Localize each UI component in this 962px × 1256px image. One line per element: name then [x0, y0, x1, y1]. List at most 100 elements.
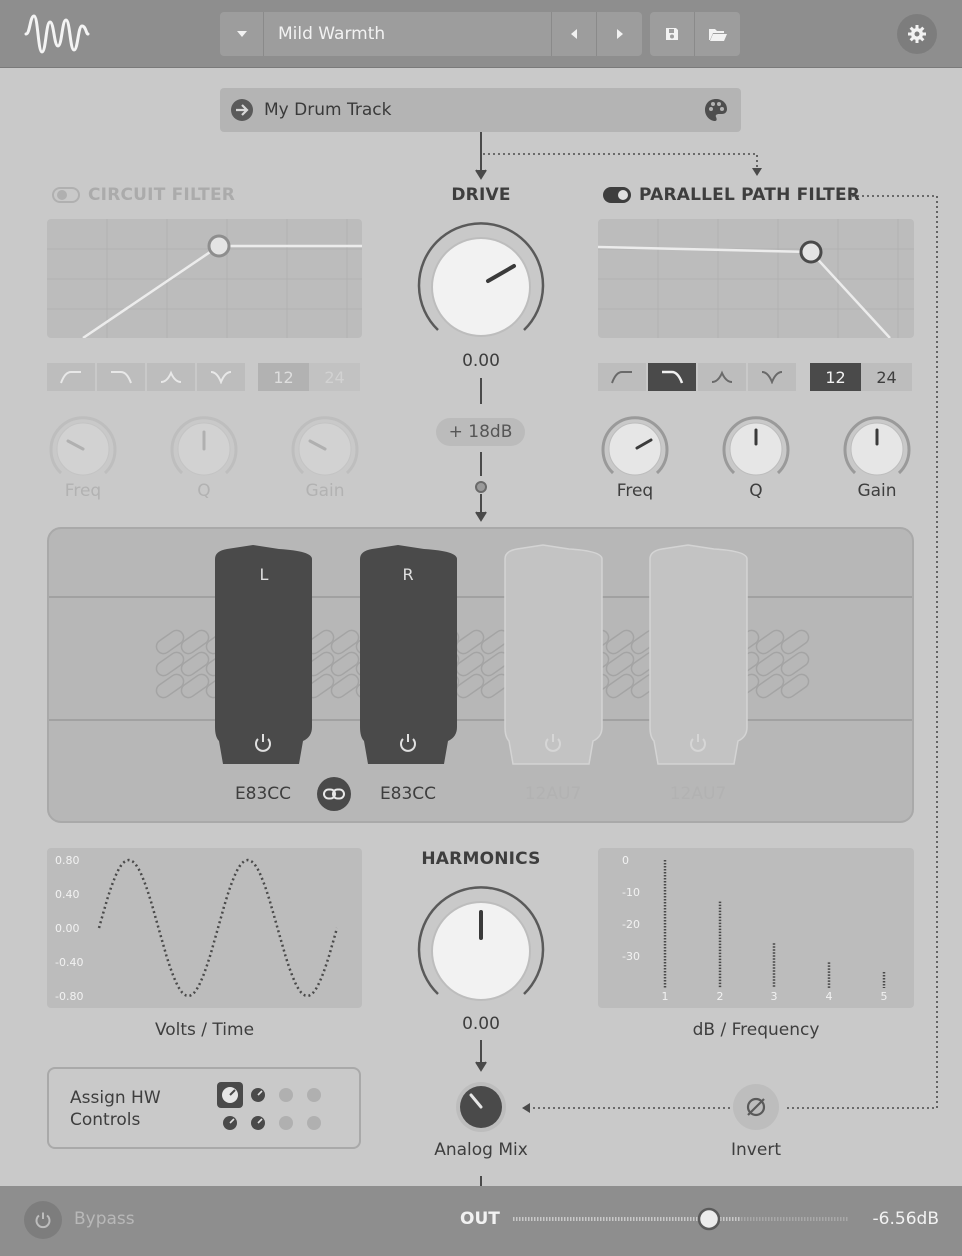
parallel-freq-label: Freq — [616, 481, 654, 501]
open-preset-button[interactable] — [695, 12, 740, 56]
circuit-lowpass-button[interactable] — [97, 363, 147, 391]
volts-waveform — [97, 858, 339, 998]
settings-button[interactable] — [897, 14, 937, 54]
preset-selector: Mild Warmth — [220, 12, 642, 56]
gear-icon — [908, 25, 926, 43]
harmonics-value: 0.00 — [462, 1014, 500, 1034]
track-selector[interactable]: My Drum Track — [220, 88, 741, 132]
save-icon — [666, 28, 678, 40]
drive-title: DRIVE — [451, 185, 511, 205]
volts-y-tick: 0.00 — [55, 922, 80, 935]
db-y-tick: -20 — [622, 918, 640, 931]
next-preset-button[interactable] — [597, 12, 642, 56]
invert-label: Invert — [731, 1140, 781, 1160]
bell-icon — [160, 370, 182, 383]
parallel-slope-24[interactable]: 24 — [861, 363, 912, 391]
db-x-tick: 4 — [826, 990, 833, 1003]
tube-slot-3[interactable] — [504, 544, 603, 765]
circuit-slope-24[interactable]: 24 — [309, 363, 360, 391]
assign-hw-label: Assign HW Controls — [70, 1087, 161, 1131]
prev-preset-button[interactable] — [552, 12, 597, 56]
track-name: My Drum Track — [264, 100, 392, 120]
out-label: OUT — [460, 1209, 500, 1229]
db-x-tick: 1 — [662, 990, 669, 1003]
analog-mix-label: Analog Mix — [434, 1140, 528, 1160]
parallel-filter-title: PARALLEL PATH FILTER — [639, 185, 861, 205]
parallel-filter-toggle[interactable] — [603, 187, 631, 203]
circuit-gain-label: Gain — [305, 481, 345, 501]
db-y-tick: 0 — [622, 854, 629, 867]
preset-name[interactable]: Mild Warmth — [264, 12, 552, 56]
drive-knob[interactable] — [416, 222, 546, 342]
volts-y-tick: 0.40 — [55, 888, 80, 901]
circuit-filter-curve[interactable] — [47, 219, 362, 338]
link-tubes-button[interactable] — [317, 777, 351, 811]
circuit-q-knob[interactable] — [169, 414, 239, 484]
tube-slot-4-name: 12AU7 — [669, 784, 727, 804]
bypass-label: Bypass — [74, 1209, 135, 1229]
circuit-freq-knob[interactable] — [48, 414, 118, 484]
link-icon — [323, 788, 345, 800]
signal-node-dot — [475, 481, 487, 493]
db-y-tick: -30 — [622, 950, 640, 963]
tube-left-name: E83CC — [234, 784, 292, 804]
parallel-filter-header: PARALLEL PATH FILTER — [603, 185, 860, 205]
bypass-button[interactable] — [24, 1201, 62, 1239]
palette-icon[interactable] — [703, 97, 729, 123]
parallel-highpass-button[interactable] — [598, 363, 648, 391]
circuit-freq-label: Freq — [64, 481, 102, 501]
parallel-slope-12[interactable]: 12 — [810, 363, 861, 391]
circuit-filter-handle[interactable] — [207, 234, 231, 258]
highpass-icon — [611, 371, 632, 384]
hw-controls-grid[interactable] — [214, 1080, 330, 1136]
circuit-bell-button[interactable] — [147, 363, 197, 391]
parallel-filter-handle[interactable] — [799, 240, 823, 264]
db-y-tick: -10 — [622, 886, 640, 899]
prev-arrow-icon — [571, 29, 577, 39]
parallel-slope-selector: 12 24 — [810, 363, 912, 391]
analog-mix-knob[interactable] — [454, 1080, 508, 1134]
lowpass-icon — [111, 371, 132, 384]
logo-wave-icon — [24, 14, 90, 54]
assign-hw-label-line2: Controls — [70, 1110, 141, 1130]
drive-boost-button[interactable]: + 18dB — [436, 418, 525, 446]
db-x-tick: 5 — [881, 990, 888, 1003]
parallel-q-knob[interactable] — [721, 414, 791, 484]
tube-bay-art — [49, 544, 912, 765]
parallel-q-label: Q — [749, 481, 763, 501]
db-x-tick: 2 — [717, 990, 724, 1003]
circuit-gain-knob[interactable] — [290, 414, 360, 484]
preset-dropdown-button[interactable] — [220, 12, 264, 56]
assign-hw-label-line1: Assign HW — [70, 1088, 161, 1108]
parallel-filter-curve[interactable] — [598, 219, 914, 338]
harmonics-title: HARMONICS — [421, 849, 541, 869]
circuit-notch-button[interactable] — [197, 363, 247, 391]
circuit-filter-header: CIRCUIT FILTER — [52, 185, 235, 205]
next-arrow-icon — [616, 29, 623, 39]
parallel-notch-button[interactable] — [748, 363, 798, 391]
harmonics-knob[interactable] — [416, 886, 546, 1006]
output-level-slider[interactable] — [511, 1204, 851, 1234]
bell-icon — [711, 370, 733, 383]
circuit-highpass-button[interactable] — [47, 363, 97, 391]
circuit-filter-types — [47, 363, 247, 391]
folder-open-icon — [708, 29, 727, 41]
parallel-lowpass-button[interactable] — [648, 363, 698, 391]
chevron-down-icon — [236, 31, 247, 37]
parallel-freq-knob[interactable] — [600, 414, 670, 484]
parallel-gain-label: Gain — [857, 481, 897, 501]
parallel-filter-types — [598, 363, 798, 391]
parallel-bell-button[interactable] — [698, 363, 748, 391]
out-value: -6.56dB — [872, 1209, 939, 1229]
output-slider-handle[interactable] — [697, 1207, 721, 1231]
tube-slot-3-name: 12AU7 — [524, 784, 582, 804]
tube-slot-4[interactable] — [649, 544, 748, 765]
circuit-filter-toggle[interactable] — [52, 187, 80, 203]
volts-y-tick: 0.80 — [55, 854, 80, 867]
save-preset-button[interactable] — [650, 12, 695, 56]
invert-button[interactable] — [733, 1084, 779, 1130]
parallel-gain-knob[interactable] — [842, 414, 912, 484]
circuit-slope-selector: 12 24 — [258, 363, 360, 391]
phase-invert-icon — [746, 1097, 766, 1117]
circuit-slope-12[interactable]: 12 — [258, 363, 309, 391]
